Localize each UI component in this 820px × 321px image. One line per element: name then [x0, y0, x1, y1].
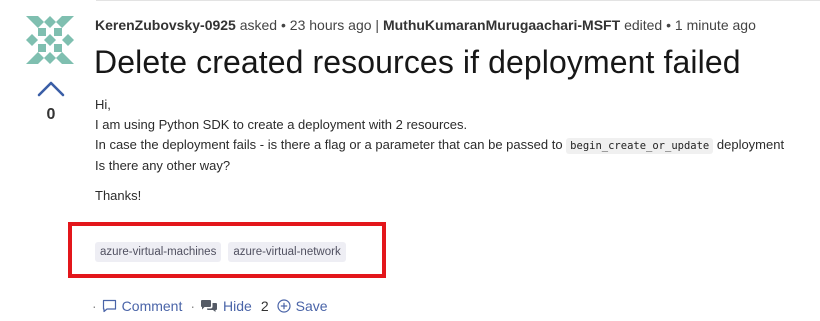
asked-label: asked — [239, 17, 278, 33]
body-text: deployment — [716, 137, 785, 152]
user-avatar[interactable] — [26, 16, 74, 64]
vote-up-button[interactable] — [37, 78, 65, 98]
identicon-avatar-icon — [26, 16, 74, 64]
comment-label: Comment — [121, 298, 183, 314]
actions-dot: · — [92, 298, 97, 314]
tag-azure-virtual-network[interactable]: azure-virtual-network — [228, 242, 346, 262]
save-label: Save — [295, 298, 328, 314]
inline-code: begin_create_or_update — [566, 138, 714, 154]
asked-time: 23 hours ago — [289, 17, 372, 33]
question-actions: · Comment · Hide 2 Save — [92, 298, 328, 314]
question-body: Hi, I am using Python SDK to create a de… — [95, 95, 820, 206]
question-meta: KerenZubovsky-0925 asked • 23 hours ago … — [95, 17, 756, 33]
tag-azure-virtual-machines[interactable]: azure-virtual-machines — [95, 242, 222, 262]
body-line: Is there any other way? — [95, 158, 231, 173]
edited-label: edited — [624, 17, 663, 33]
actions-dot-2: · — [190, 298, 196, 314]
hide-label: Hide — [223, 298, 252, 314]
author-link[interactable]: KerenZubovsky-0925 — [95, 17, 236, 33]
meta-bar: | — [375, 17, 380, 33]
chevron-up-icon — [37, 81, 65, 97]
edited-time: 1 minute ago — [674, 17, 756, 33]
body-line: Hi, — [95, 97, 111, 112]
comment-button[interactable]: Comment — [102, 298, 183, 314]
question-title: Delete created resources if deployment f… — [94, 44, 741, 80]
top-divider — [96, 0, 820, 1]
hide-comments-button[interactable]: Hide — [200, 298, 252, 314]
editor-link[interactable]: MuthuKumaranMurugaachari-MSFT — [383, 17, 620, 33]
comment-count: 2 — [260, 298, 269, 314]
tag-list: azure-virtual-machines azure-virtual-net… — [95, 242, 346, 262]
body-line-with-code: In case the deployment fails - is there … — [95, 135, 820, 156]
comment-icon — [102, 299, 117, 313]
meta-dot-2: • — [666, 17, 672, 33]
question-page: 0 KerenZubovsky-0925 asked • 23 hours ag… — [0, 0, 820, 321]
comments-icon — [200, 299, 218, 313]
body-line: Thanks! — [95, 188, 142, 203]
body-line: I am using Python SDK to create a deploy… — [95, 117, 468, 132]
meta-dot: • — [280, 17, 286, 33]
plus-circle-icon — [277, 299, 291, 313]
vote-count: 0 — [46, 106, 56, 123]
body-text: In case the deployment fails - is there … — [95, 137, 563, 152]
save-button[interactable]: Save — [277, 298, 328, 314]
